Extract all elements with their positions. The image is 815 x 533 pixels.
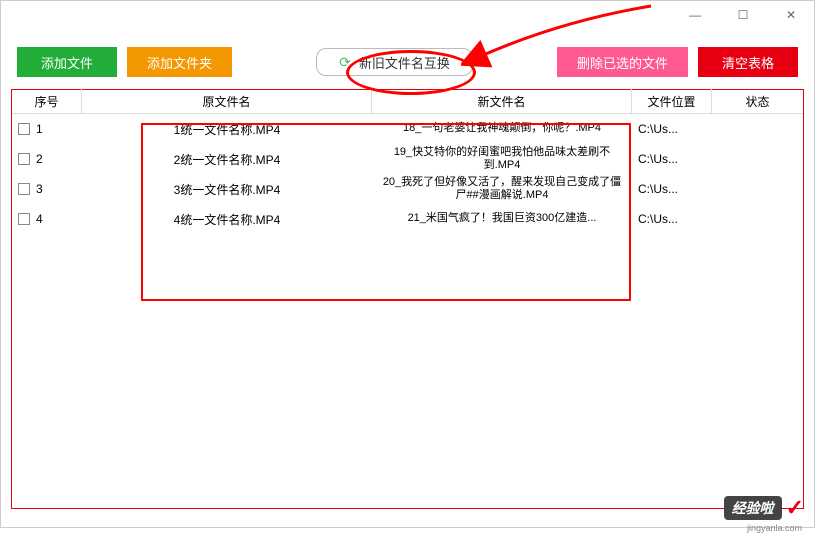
- status: [712, 187, 803, 191]
- th-status: 状态: [712, 89, 803, 114]
- add-file-button[interactable]: 添加文件: [17, 47, 117, 77]
- seq: 3: [36, 182, 43, 196]
- table-row[interactable]: 2 2统一文件名称.MP4 19_快艾特你的好闺蜜吧我怕他品味太差刷不到.MP4…: [12, 144, 803, 174]
- status: [712, 157, 803, 161]
- clear-table-button[interactable]: 清空表格: [698, 47, 798, 77]
- maximize-button[interactable]: ☐: [728, 3, 758, 27]
- th-path: 文件位置: [632, 89, 712, 114]
- checkbox[interactable]: [18, 123, 30, 135]
- checkbox[interactable]: [18, 213, 30, 225]
- table-row[interactable]: 1 1统一文件名称.MP4 18_一句老婆让我神魂颠倒，你呢？.MP4 C:\U…: [12, 114, 803, 144]
- new-name: 19_快艾特你的好闺蜜吧我怕他品味太差刷不到.MP4: [372, 144, 632, 174]
- swap-label: 新旧文件名互换: [359, 53, 450, 72]
- new-name: 18_一句老婆让我神魂颠倒，你呢？.MP4: [372, 114, 632, 144]
- path: C:\Us...: [632, 210, 712, 228]
- new-name: 21_米国气疯了！我国巨资300亿建造...: [372, 204, 632, 234]
- swap-names-button[interactable]: ⟳ 新旧文件名互换: [316, 48, 473, 76]
- watermark-text: 经验啦: [724, 496, 782, 520]
- watermark-url: jingyanla.com: [747, 523, 802, 533]
- old-name: 2统一文件名称.MP4: [82, 149, 372, 170]
- refresh-icon: ⟳: [339, 54, 351, 71]
- path: C:\Us...: [632, 120, 712, 138]
- table-header: 序号 原文件名 新文件名 文件位置 状态: [12, 90, 803, 114]
- add-folder-button[interactable]: 添加文件夹: [127, 47, 232, 77]
- table-row[interactable]: 3 3统一文件名称.MP4 20_我死了但好像又活了，醒来发现自己变成了僵尸##…: [12, 174, 803, 204]
- titlebar: — ☐ ✕: [1, 1, 814, 29]
- toolbar: 添加文件 添加文件夹 ⟳ 新旧文件名互换 删除已选的文件 清空表格: [1, 43, 814, 81]
- old-name: 3统一文件名称.MP4: [82, 179, 372, 200]
- checkbox[interactable]: [18, 153, 30, 165]
- table-row[interactable]: 4 4统一文件名称.MP4 21_米国气疯了！我国巨资300亿建造... C:\…: [12, 204, 803, 234]
- old-name: 4统一文件名称.MP4: [82, 209, 372, 230]
- watermark: 经验啦 ✓: [724, 495, 804, 521]
- new-name: 20_我死了但好像又活了，醒来发现自己变成了僵尸##漫画解说.MP4: [372, 174, 632, 204]
- seq: 4: [36, 212, 43, 226]
- path: C:\Us...: [632, 150, 712, 168]
- th-old: 原文件名: [82, 89, 372, 114]
- old-name: 1统一文件名称.MP4: [82, 119, 372, 140]
- app-window: — ☐ ✕ 添加文件 添加文件夹 ⟳ 新旧文件名互换 删除已选的文件 清空表格 …: [0, 0, 815, 528]
- status: [712, 127, 803, 131]
- delete-selected-button[interactable]: 删除已选的文件: [557, 47, 688, 77]
- seq: 2: [36, 152, 43, 166]
- close-button[interactable]: ✕: [776, 3, 806, 27]
- th-seq: 序号: [12, 89, 82, 114]
- th-new: 新文件名: [372, 89, 632, 114]
- check-icon: ✓: [786, 495, 804, 521]
- file-table: 序号 原文件名 新文件名 文件位置 状态 1 1统一文件名称.MP4 18_一句…: [11, 89, 804, 509]
- status: [712, 217, 803, 221]
- seq: 1: [36, 122, 43, 136]
- minimize-button[interactable]: —: [680, 3, 710, 27]
- checkbox[interactable]: [18, 183, 30, 195]
- path: C:\Us...: [632, 180, 712, 198]
